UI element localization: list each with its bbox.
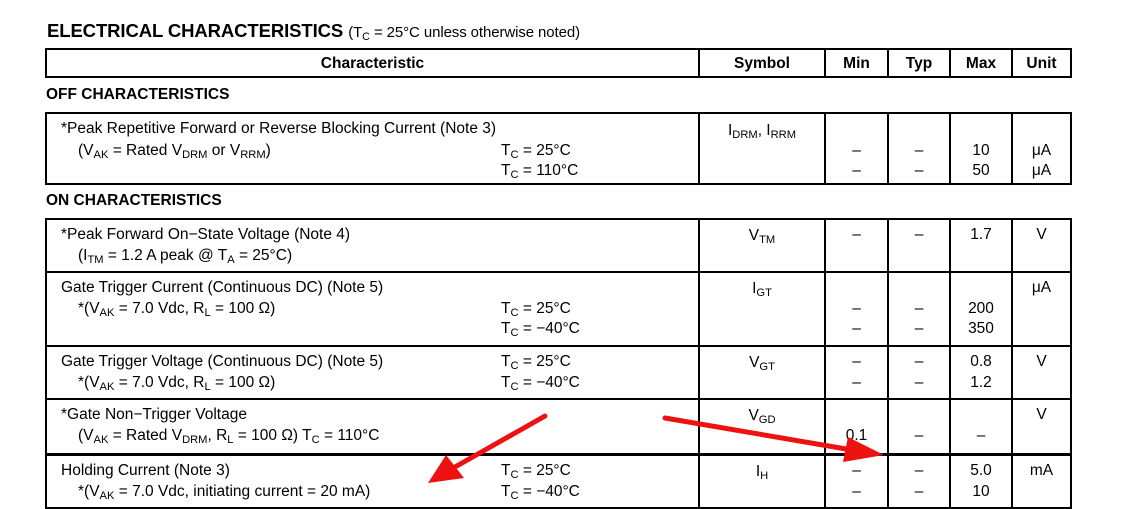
cell-max: 10 50	[949, 114, 1011, 183]
characteristic-text: Gate Trigger Current (Continuous DC) (No…	[61, 279, 384, 296]
cell-typ: –	[887, 400, 949, 453]
cell-max: 0.8 1.2	[949, 347, 1011, 398]
characteristic-condition: *(VAK = 7.0 Vdc, RL = 100 Ω)	[78, 374, 276, 394]
temp-condition: TC = 25°C	[501, 353, 571, 373]
temp-condition: TC = 25°C	[501, 142, 571, 162]
table-header: Characteristic Symbol Min Typ Max Unit	[45, 48, 1072, 78]
cell-typ: – –	[887, 347, 949, 398]
cell-min: – –	[824, 114, 887, 183]
cell-symbol: VTM	[698, 220, 824, 271]
cell-min: –	[824, 220, 887, 271]
col-characteristic: Characteristic	[320, 55, 425, 72]
cell-max: –	[949, 400, 1011, 453]
symbol-text: IGT	[752, 280, 772, 300]
cell-typ: –	[887, 220, 949, 271]
cell-typ: – –	[887, 114, 949, 183]
table-row-ih: Holding Current (Note 3) *(VAK = 7.0 Vdc…	[45, 454, 1072, 509]
characteristic-text: *Peak Forward On−State Voltage (Note 4)	[61, 226, 351, 243]
cell-symbol: VGT	[698, 347, 824, 398]
cell-characteristic: Holding Current (Note 3) *(VAK = 7.0 Vdc…	[47, 456, 698, 507]
cell-characteristic: Gate Trigger Current (Continuous DC) (No…	[47, 273, 698, 345]
symbol-text: VGD	[748, 407, 776, 427]
cell-min: – –	[824, 456, 887, 507]
symbol-text: VTM	[748, 227, 776, 247]
cell-symbol: VGD	[698, 400, 824, 453]
symbol-text: VGT	[749, 354, 775, 374]
table-row-idrm: *Peak Repetitive Forward or Reverse Bloc…	[45, 112, 1072, 185]
cell-max: 5.0 10	[949, 456, 1011, 507]
cell-min: – –	[824, 347, 887, 398]
cell-symbol: IH	[698, 456, 824, 507]
cell-min: 0.1	[824, 400, 887, 453]
temp-condition: TC = 25°C	[501, 462, 571, 482]
section-on-characteristics: ON CHARACTERISTICS	[46, 192, 222, 209]
col-unit: Unit	[1011, 50, 1070, 76]
col-symbol: Symbol	[698, 50, 824, 76]
characteristic-text: *Peak Repetitive Forward or Reverse Bloc…	[61, 120, 497, 137]
cell-unit: V	[1011, 220, 1070, 271]
temp-condition: TC = −40°C	[501, 483, 580, 503]
cell-max: 1.7	[949, 220, 1011, 271]
table-row-vtm: *Peak Forward On−State Voltage (Note 4) …	[45, 218, 1072, 273]
symbol-text: IDRM, IRRM	[727, 122, 797, 142]
characteristic-condition: *(VAK = 7.0 Vdc, initiating current = 20…	[78, 483, 371, 503]
characteristic-text: Gate Trigger Voltage (Continuous DC) (No…	[61, 353, 384, 370]
temp-condition: TC = 110°C	[501, 162, 579, 182]
characteristic-condition: *(VAK = 7.0 Vdc, RL = 100 Ω)	[78, 300, 276, 320]
cell-unit: μA	[1011, 273, 1070, 345]
cell-characteristic: *Peak Repetitive Forward or Reverse Bloc…	[47, 114, 698, 183]
section-off-characteristics: OFF CHARACTERISTICS	[46, 86, 230, 103]
title-main: ELECTRICAL CHARACTERISTICS	[47, 20, 344, 41]
temp-condition: TC = 25°C	[501, 300, 571, 320]
characteristic-condition: (VAK = Rated VDRM or VRRM)	[78, 142, 271, 162]
cell-characteristic: Gate Trigger Voltage (Continuous DC) (No…	[47, 347, 698, 398]
col-typ: Typ	[887, 50, 949, 76]
cell-characteristic: *Gate Non−Trigger Voltage (VAK = Rated V…	[47, 400, 698, 453]
title-condition: (TC = 25°C unless otherwise noted)	[348, 24, 580, 44]
characteristic-text: Holding Current (Note 3)	[61, 462, 230, 479]
cell-characteristic: *Peak Forward On−State Voltage (Note 4) …	[47, 220, 698, 271]
symbol-text: IH	[755, 463, 769, 483]
cell-unit: μA μA	[1011, 114, 1070, 183]
characteristic-condition: (ITM = 1.2 A peak @ TA = 25°C)	[78, 247, 293, 267]
cell-unit: V	[1011, 347, 1070, 398]
temp-condition: TC = −40°C	[501, 320, 580, 340]
characteristic-condition: (VAK = Rated VDRM, RL = 100 Ω) TC = 110°…	[78, 427, 380, 447]
characteristic-text: *Gate Non−Trigger Voltage	[61, 406, 247, 423]
cell-symbol: IGT	[698, 273, 824, 345]
table-row-vgd: *Gate Non−Trigger Voltage (VAK = Rated V…	[45, 400, 1072, 455]
cell-symbol: IDRM, IRRM	[698, 114, 824, 183]
col-min: Min	[824, 50, 887, 76]
cell-typ: – –	[887, 273, 949, 345]
cell-unit: mA	[1011, 456, 1070, 507]
cell-unit: V	[1011, 400, 1070, 453]
cell-max: 200 350	[949, 273, 1011, 345]
cell-min: – –	[824, 273, 887, 345]
temp-condition: TC = −40°C	[501, 374, 580, 394]
table-row-vgt: Gate Trigger Voltage (Continuous DC) (No…	[45, 345, 1072, 400]
cell-typ: – –	[887, 456, 949, 507]
table-row-igt: Gate Trigger Current (Continuous DC) (No…	[45, 273, 1072, 347]
col-max: Max	[949, 50, 1011, 76]
table-title: ELECTRICAL CHARACTERISTICS (TC = 25°C un…	[47, 20, 580, 42]
